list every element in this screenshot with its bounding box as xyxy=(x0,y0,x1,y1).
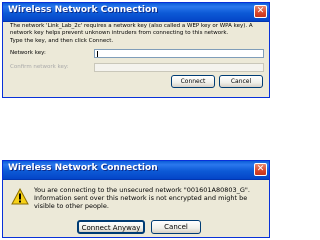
close-icon[interactable]: ✕ xyxy=(254,163,267,176)
network-key-label: Network key: xyxy=(10,50,46,56)
network-key-message: The network 'Link_Lab_2c' requires a net… xyxy=(10,23,253,36)
unsecured-network-dialog: Wireless Network Connection ✕ You are co… xyxy=(2,160,270,238)
text-caret xyxy=(97,51,98,57)
dialog-title: Wireless Network Connection xyxy=(8,163,158,173)
network-key-field[interactable] xyxy=(94,49,264,58)
connect-button[interactable]: Connect xyxy=(171,75,215,88)
network-key-dialog: Wireless Network Connection ✕ The networ… xyxy=(2,2,270,98)
cancel-button[interactable]: Cancel xyxy=(151,220,201,234)
dialog-title: Wireless Network Connection xyxy=(8,5,158,15)
instruction-text: Type the key, and then click Connect. xyxy=(10,38,114,44)
unsecured-network-message: You are connecting to the unsecured netw… xyxy=(34,186,250,210)
connect-anyway-button[interactable]: Connect Anyway xyxy=(77,220,145,234)
title-bar[interactable]: Wireless Network Connection ✕ xyxy=(3,3,269,22)
confirm-key-label: Confirm network key: xyxy=(10,64,69,70)
title-bar[interactable]: Wireless Network Connection ✕ xyxy=(3,161,269,180)
close-icon[interactable]: ✕ xyxy=(254,5,267,18)
confirm-key-field[interactable] xyxy=(94,63,264,72)
warning-icon xyxy=(11,188,29,205)
cancel-button[interactable]: Cancel xyxy=(219,75,263,88)
